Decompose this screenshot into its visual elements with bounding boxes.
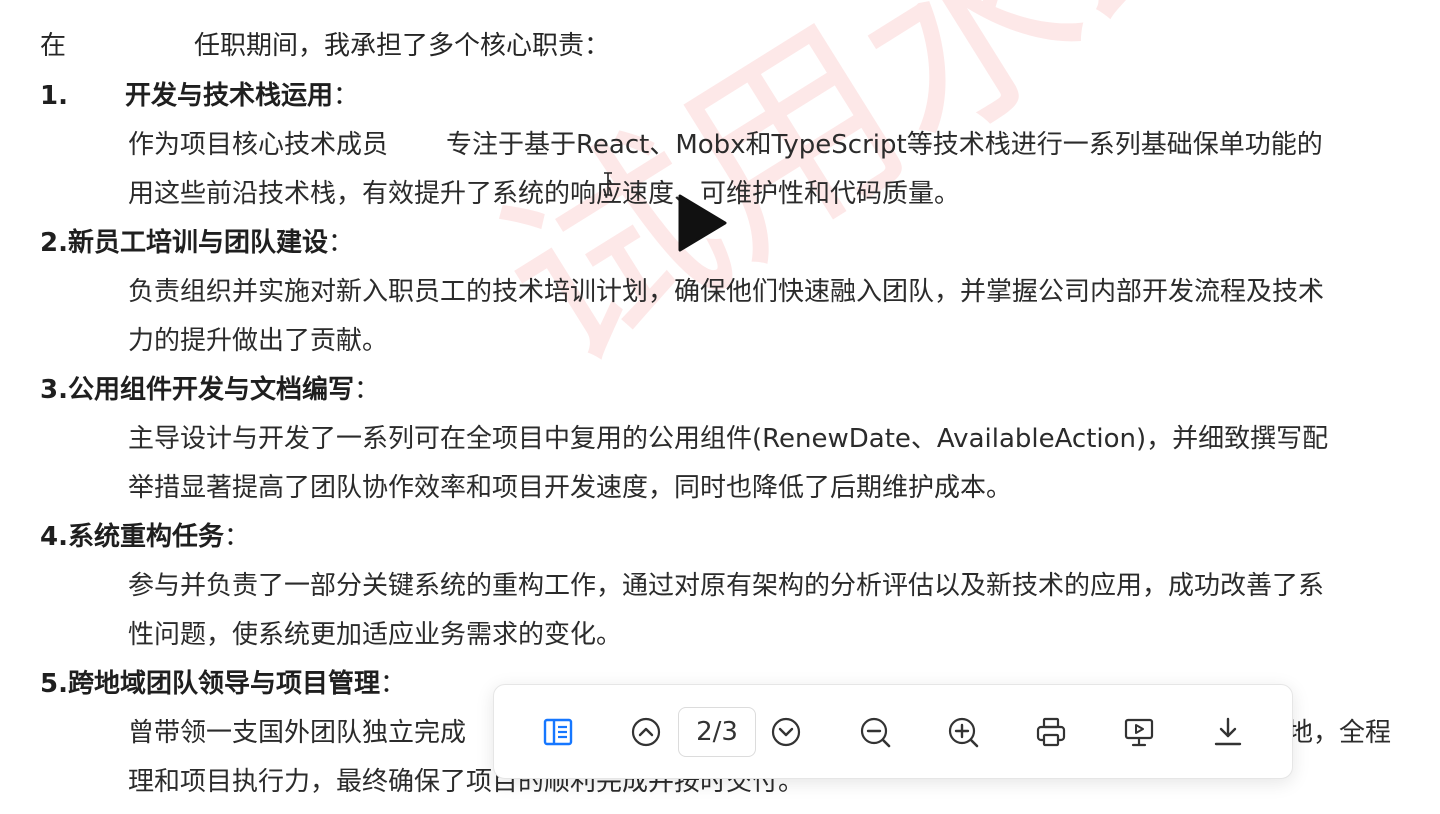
- download-button[interactable]: [1207, 711, 1249, 753]
- section-1-line-1: 作为项目核心技术成员 专注于基于React、Mobx和TypeScript等技术栈…: [128, 130, 1323, 160]
- sidebar-toggle-button[interactable]: [537, 711, 579, 753]
- page-up-icon: [631, 717, 661, 747]
- zoom-in-icon: [948, 717, 979, 748]
- section-1-line-2: 用这些前沿技术栈，有效提升了系统的响应速度、可维护性和代码质量。: [128, 179, 961, 209]
- play-icon[interactable]: [676, 193, 728, 253]
- section-heading-4: 4.系统重构任务：: [40, 522, 250, 552]
- section-heading-2: 2.新员工培训与团队建设：: [40, 228, 354, 258]
- presentation-icon: [1124, 718, 1154, 747]
- text-cursor-icon: [604, 172, 612, 196]
- page-indicator[interactable]: 2/3: [678, 707, 756, 757]
- section-heading-3: 3.公用组件开发与文档编写：: [40, 375, 380, 405]
- print-button[interactable]: [1030, 711, 1072, 753]
- section-2-line-2: 力的提升做出了贡献。: [128, 326, 389, 356]
- intro-line: 在任职期间，我承担了多个核心职责：: [40, 31, 611, 61]
- zoom-in-button[interactable]: [942, 711, 984, 753]
- section-4-line-2: 性问题，使系统更加适应业务需求的变化。: [128, 620, 623, 650]
- section-3-line-1: 主导设计与开发了一系列可在全项目中复用的公用组件(RenewDate、Avail…: [128, 424, 1329, 454]
- zoom-out-icon: [860, 717, 891, 748]
- previous-page-button[interactable]: [625, 711, 667, 753]
- download-icon: [1214, 717, 1242, 746]
- section-2-line-1: 负责组织并实施对新入职员工的技术培训计划，确保他们快速融入团队，并掌握公司内部开…: [128, 277, 1325, 307]
- section-heading-1: 1. 开发与技术栈运用：: [40, 81, 360, 111]
- presentation-button[interactable]: [1118, 711, 1160, 753]
- next-page-button[interactable]: [765, 711, 807, 753]
- document-page: 试用水印 在任职期间，我承担了多个核心职责： 1. 开发与技术栈运用： 作为项目核…: [0, 0, 1440, 814]
- section-4-line-1: 参与并负责了一部分关键系统的重构工作，通过对原有架构的分析评估以及新技术的应用，…: [128, 571, 1325, 601]
- section-3-line-2: 举措显著提高了团队协作效率和项目开发速度，同时也降低了后期维护成本。: [128, 473, 1013, 503]
- page-down-icon: [771, 717, 801, 747]
- sidebar-toggle-icon: [543, 718, 573, 746]
- section-heading-5: 5.跨地域团队领导与项目管理：: [40, 669, 406, 699]
- zoom-out-button[interactable]: [854, 711, 896, 753]
- viewer-toolbar: 2/3: [493, 684, 1293, 779]
- print-icon: [1036, 717, 1066, 747]
